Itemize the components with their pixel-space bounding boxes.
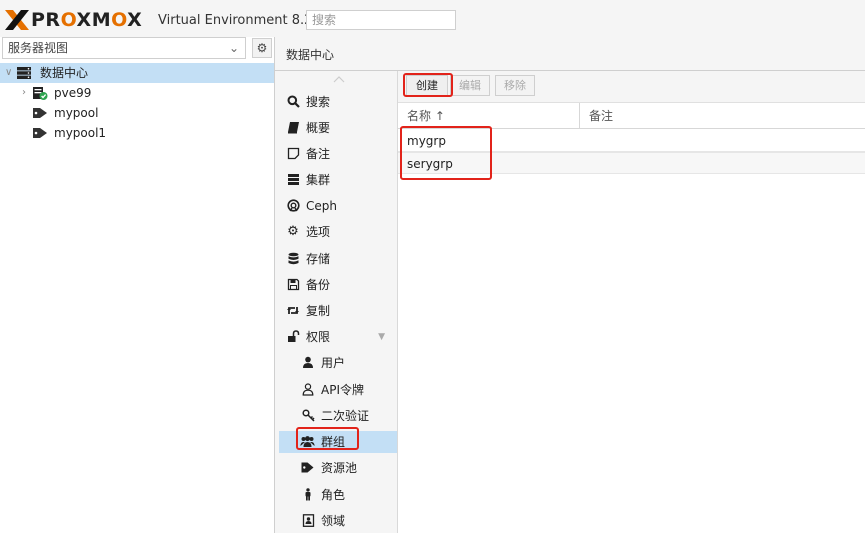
database-icon [286, 252, 300, 266]
expand-arrow-icon[interactable]: › [22, 83, 26, 103]
unlock-icon [286, 330, 300, 344]
nav-item-notes[interactable]: 备注 [279, 143, 397, 165]
nav-item-label: 存储 [306, 252, 331, 266]
nav-item-users[interactable]: 用户 [279, 352, 397, 374]
datacenter-icon [17, 67, 31, 79]
column-header-comment[interactable]: 备注 [589, 103, 613, 129]
grid-toolbar: 创建 编辑 移除 [398, 71, 865, 102]
create-button[interactable]: 创建 [406, 75, 448, 96]
nav-item-roles[interactable]: 角色 [279, 484, 397, 506]
user-icon [301, 356, 315, 370]
book-icon [286, 121, 300, 135]
address-book-icon [301, 514, 315, 528]
nav-item-storage[interactable]: 存储 [279, 248, 397, 270]
nav-item-permissions[interactable]: 权限 ▼ [279, 326, 397, 348]
tree-item-node[interactable]: › pve99 [0, 83, 274, 103]
tree-item-label: pve99 [54, 86, 92, 100]
node-online-icon [33, 87, 48, 100]
resource-tree-panel: 服务器视图 ⌄ ⚙ ∨ 数据中心 › pve99 mypool mypool1 [0, 37, 275, 533]
nav-item-summary[interactable]: 概要 [279, 117, 397, 139]
user-outline-icon [301, 383, 315, 397]
nav-item-label: 选项 [306, 225, 331, 239]
product-version: Virtual Environment 8.2.2 [158, 13, 325, 28]
table-row[interactable]: serygrp [398, 152, 865, 174]
nav-item-label: 集群 [306, 173, 331, 187]
nav-item-label: 资源池 [321, 461, 358, 475]
table-row[interactable]: mygrp [398, 130, 865, 152]
nav-item-api-tokens[interactable]: API令牌 [279, 379, 397, 401]
chevron-down-icon: ⌄ [228, 41, 239, 55]
tree-item-label: mypool1 [54, 126, 107, 140]
nav-item-label: 权限 [306, 330, 331, 344]
tree-item-pool[interactable]: mypool [0, 103, 274, 123]
nav-item-two-factor[interactable]: 二次验证 [279, 405, 397, 427]
male-icon [301, 488, 315, 502]
view-selector[interactable]: 服务器视图 ⌄ [2, 37, 246, 59]
search-input[interactable]: 搜索 [306, 10, 456, 30]
nav-item-ceph[interactable]: Ceph [279, 195, 397, 217]
tree-item-label: 数据中心 [40, 66, 89, 80]
users-icon [300, 435, 315, 449]
nav-item-label: 备份 [306, 278, 331, 292]
page-title: 数据中心 [286, 48, 335, 62]
column-header-name[interactable]: 名称 ↑ [407, 103, 445, 129]
tree-item-datacenter[interactable]: ∨ 数据中心 [0, 63, 274, 83]
nav-item-label: 角色 [321, 488, 346, 502]
server-icon [286, 173, 300, 187]
pool-tag-icon [33, 128, 47, 138]
collapse-arrow-icon[interactable]: ∨ [5, 63, 12, 83]
gear-icon: ⚙ [287, 224, 299, 239]
group-name-cell: mygrp [407, 134, 446, 148]
collapse-triangle-icon[interactable]: ▼ [378, 326, 385, 348]
remove-button[interactable]: 移除 [495, 75, 535, 96]
tree-item-pool[interactable]: mypool1 [0, 123, 274, 143]
nav-item-realms[interactable]: 领域 [279, 510, 397, 532]
breadcrumb: 数据中心 [275, 37, 865, 71]
logo-wordmark: PROXMOX [31, 9, 143, 31]
nav-item-backup[interactable]: 备份 [279, 274, 397, 296]
nav-item-label: 复制 [306, 304, 331, 318]
proxmox-x-icon [5, 10, 29, 30]
floppy-icon [286, 278, 300, 292]
nav-item-label: 领域 [321, 514, 346, 528]
note-icon [286, 147, 300, 161]
nav-item-label: 用户 [321, 356, 346, 370]
pool-tag-icon [33, 108, 47, 118]
nav-item-label: 搜索 [306, 95, 331, 109]
scroll-up-icon[interactable] [333, 75, 345, 83]
nav-item-label: 概要 [306, 121, 331, 135]
view-selector-value: 服务器视图 [8, 41, 69, 55]
key-icon [301, 409, 315, 423]
nav-item-label: API令牌 [321, 383, 364, 397]
ceph-icon [286, 199, 300, 213]
datacenter-nav-menu: 搜索 概要 备注 集群 Ceph ⚙ 选项 存储 备份 复制 权限 ▼ 用户 A… [279, 71, 398, 533]
nav-item-pools[interactable]: 资源池 [279, 457, 397, 479]
tree-item-label: mypool [54, 106, 99, 120]
resource-tree: ∨ 数据中心 › pve99 mypool mypool1 [0, 63, 274, 143]
nav-item-label: 群组 [321, 435, 346, 449]
nav-item-groups[interactable]: 群组 [279, 431, 397, 453]
tags-icon [301, 461, 315, 475]
retweet-icon [286, 304, 300, 318]
top-bar: PROXMOX Virtual Environment 8.2.2 搜索 [0, 0, 865, 38]
nav-item-search[interactable]: 搜索 [279, 91, 397, 113]
search-icon [286, 95, 300, 109]
group-name-cell: serygrp [407, 157, 453, 171]
column-divider[interactable] [579, 103, 580, 129]
proxmox-logo[interactable]: PROXMOX [4, 9, 142, 31]
nav-item-replication[interactable]: 复制 [279, 300, 397, 322]
nav-item-label: Ceph [306, 199, 337, 213]
nav-item-cluster[interactable]: 集群 [279, 169, 397, 191]
nav-item-label: 备注 [306, 147, 331, 161]
gear-icon[interactable]: ⚙ [252, 38, 272, 58]
groups-panel: 创建 编辑 移除 名称 ↑ 备注 mygrp serygrp [398, 71, 865, 533]
edit-button[interactable]: 编辑 [450, 75, 490, 96]
grid-header: 名称 ↑ 备注 [398, 102, 865, 129]
nav-item-options[interactable]: ⚙ 选项 [279, 221, 397, 243]
nav-item-label: 二次验证 [321, 409, 370, 423]
